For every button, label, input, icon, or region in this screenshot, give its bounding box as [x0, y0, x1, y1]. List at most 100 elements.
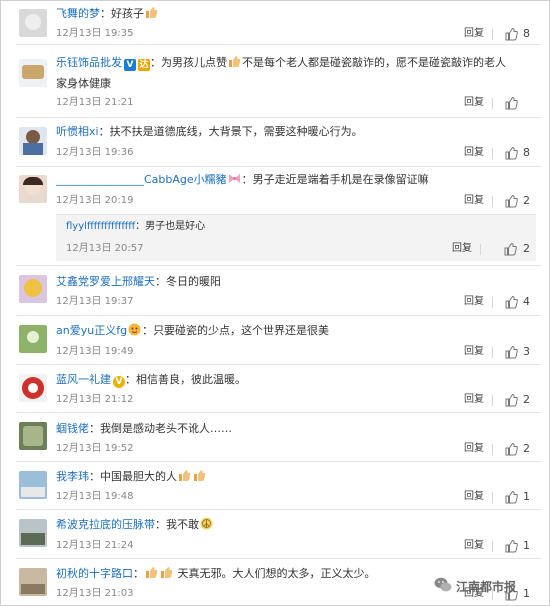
- medal-badge-icon: V: [113, 376, 125, 388]
- reply-button[interactable]: 回复: [464, 27, 484, 41]
- avatar[interactable]: [19, 127, 47, 155]
- reply-button[interactable]: 回复: [464, 490, 484, 504]
- comment-username[interactable]: 初秋的十字路口: [56, 567, 133, 580]
- comment-item: 蝈钱佬：我倒是感动老头不讹人…… 12月13日 19:52 回复 2: [1, 413, 549, 461]
- comment-date: 12月13日 19:36: [56, 147, 134, 158]
- like-icon[interactable]: [505, 539, 518, 553]
- comment-date: 12月13日 19:49: [56, 346, 134, 357]
- comment-text: 相信善良，彼此温暖。: [136, 373, 246, 386]
- comment-username[interactable]: 听惯相xi: [56, 125, 99, 138]
- comment-list-panel: 飞舞的梦：好孩子 12月13日 19:35 回复 8 乐钰饰品批发 V 达：为男孩儿…: [0, 0, 550, 606]
- comment-text: 天真无邪。大人们想的太多，正义太少。: [177, 567, 376, 580]
- comment-date: 12月13日 21:24: [56, 540, 134, 551]
- comment-username[interactable]: 我李玮: [56, 470, 89, 483]
- comment-item: 听惯相xi：扶不扶是道德底线，大背景下，需要这种暖心行为。 12月13日 19:…: [1, 118, 549, 166]
- reply-date: 12月13日 20:57: [66, 243, 144, 254]
- like-count: 2: [523, 194, 530, 207]
- comment-item: 飞舞的梦：好孩子 12月13日 19:35 回复 8: [1, 1, 549, 45]
- wechat-icon: [434, 577, 452, 592]
- bow-icon: [228, 171, 241, 184]
- comment-date: 12月13日 21:12: [56, 394, 134, 405]
- comment-text: 扶不扶是道德底线，大背景下，需要这种暖心行为。: [109, 125, 363, 138]
- reply-button[interactable]: 回复: [464, 393, 484, 407]
- thumbs-up-emoji-icon: [145, 5, 158, 18]
- like-icon[interactable]: [505, 96, 518, 110]
- reply-text: 男子也是好心: [145, 221, 206, 232]
- peace-emoji-icon: [200, 516, 213, 530]
- like-count: 8: [523, 146, 530, 159]
- reply-button[interactable]: 回复: [464, 442, 484, 456]
- like-icon[interactable]: [505, 442, 518, 456]
- like-icon[interactable]: [505, 27, 518, 41]
- like-icon[interactable]: [505, 345, 518, 359]
- avatar[interactable]: [19, 422, 47, 450]
- like-count: 2: [523, 442, 530, 455]
- reply-username[interactable]: flyylffffffffffffff: [66, 221, 135, 232]
- reply-button[interactable]: 回复: [464, 539, 484, 553]
- avatar[interactable]: [19, 374, 47, 402]
- avatar[interactable]: [19, 519, 47, 547]
- comment-username[interactable]: 蓝风一礼建: [56, 373, 111, 386]
- comment-date: 12月13日 20:19: [56, 195, 134, 206]
- comment-item: 希波克拉底的压脉带：我不敢 12月13日 21:24 回复 1: [1, 510, 549, 558]
- watermark-text: 江南都市报: [456, 580, 517, 594]
- thumbs-up-emoji-icon: [193, 468, 206, 481]
- like-icon[interactable]: [504, 242, 517, 256]
- comment-text: 中国最胆大的人: [100, 470, 177, 483]
- comment-item: 蓝风一礼建 V ：相信善良，彼此温暖。 12月13日 21:12 回复 2: [1, 365, 549, 413]
- avatar[interactable]: [19, 471, 47, 499]
- avatar[interactable]: [19, 568, 47, 596]
- comment-text: 冬日的暖阳: [166, 275, 221, 288]
- comment-date: 12月13日 19:35: [56, 28, 134, 39]
- like-icon[interactable]: [505, 194, 518, 208]
- comment-username[interactable]: 蝈钱佬: [56, 422, 89, 435]
- comment-date: 12月13日 21:03: [56, 588, 134, 599]
- like-count: 8: [523, 27, 530, 40]
- comment-text: 好孩子: [111, 7, 144, 20]
- comment-username[interactable]: an爱yu正义fg: [56, 324, 127, 337]
- comment-text: 为男孩儿点赞: [161, 56, 227, 69]
- comment-username[interactable]: ________________CabbAge小糯豬: [56, 173, 227, 186]
- like-count: 3: [523, 345, 530, 358]
- comment-text: 我倒是感动老头不讹人……: [100, 422, 232, 435]
- like-count: 1: [523, 539, 530, 552]
- avatar[interactable]: [19, 325, 47, 353]
- comment-text: 只要碰瓷的少点，这个世界还是很美: [153, 324, 330, 337]
- avatar[interactable]: [19, 9, 47, 37]
- reply-button[interactable]: 回复: [464, 146, 484, 160]
- comment-item: an爱yu正义fg ：只要碰瓷的少点，这个世界还是很美 12月13日 19:49 …: [1, 316, 549, 364]
- like-count: 4: [523, 295, 530, 308]
- thumbs-up-emoji-icon: [160, 565, 173, 578]
- like-count: 2: [523, 242, 530, 255]
- comment-date: 12月13日 21:21: [56, 97, 134, 108]
- like-count: 1: [523, 490, 530, 503]
- reply-button[interactable]: 回复: [464, 194, 484, 208]
- reply-button[interactable]: 回复: [452, 242, 472, 256]
- comment-username[interactable]: 飞舞的梦: [56, 7, 100, 20]
- reply-button[interactable]: 回复: [464, 295, 484, 309]
- thumbs-up-emoji-icon: [228, 54, 241, 67]
- member-badge-icon: 达: [138, 59, 150, 71]
- thumbs-up-emoji-icon: [145, 565, 158, 578]
- comment-username[interactable]: 艾鑫党罗爱上邢耀天: [56, 275, 155, 288]
- comment-item: 我李玮：中国最胆大的人 12月13日 19:48 回复 1: [1, 462, 549, 510]
- emoji-badge-icon: [128, 322, 141, 336]
- avatar[interactable]: [19, 275, 47, 303]
- like-icon[interactable]: [505, 393, 518, 407]
- comment-text: 男子走近是端着手机是在录像留证嘛: [252, 173, 429, 186]
- comment-item: 乐钰饰品批发 V 达：为男孩儿点赞 不是每个老人都是碰瓷敲诈的，愿不是碰瓷敲诈的老人家…: [1, 45, 549, 117]
- like-icon[interactable]: [505, 490, 518, 504]
- like-icon[interactable]: [505, 295, 518, 309]
- nested-reply: flyylffffffffffffff：男子也是好心 12月13日 20:57 …: [56, 214, 536, 261]
- reply-button[interactable]: 回复: [464, 96, 484, 110]
- avatar[interactable]: [19, 59, 47, 87]
- reply-button[interactable]: 回复: [464, 345, 484, 359]
- comment-text: 我不敢: [166, 518, 199, 531]
- like-icon[interactable]: [505, 146, 518, 160]
- comment-date: 12月13日 19:52: [56, 443, 134, 454]
- comment-username[interactable]: 乐钰饰品批发: [56, 56, 122, 69]
- comment-username[interactable]: 希波克拉底的压脉带: [56, 518, 155, 531]
- avatar[interactable]: [19, 175, 47, 203]
- verified-badge-icon: V: [124, 59, 136, 71]
- comment-date: 12月13日 19:37: [56, 296, 134, 307]
